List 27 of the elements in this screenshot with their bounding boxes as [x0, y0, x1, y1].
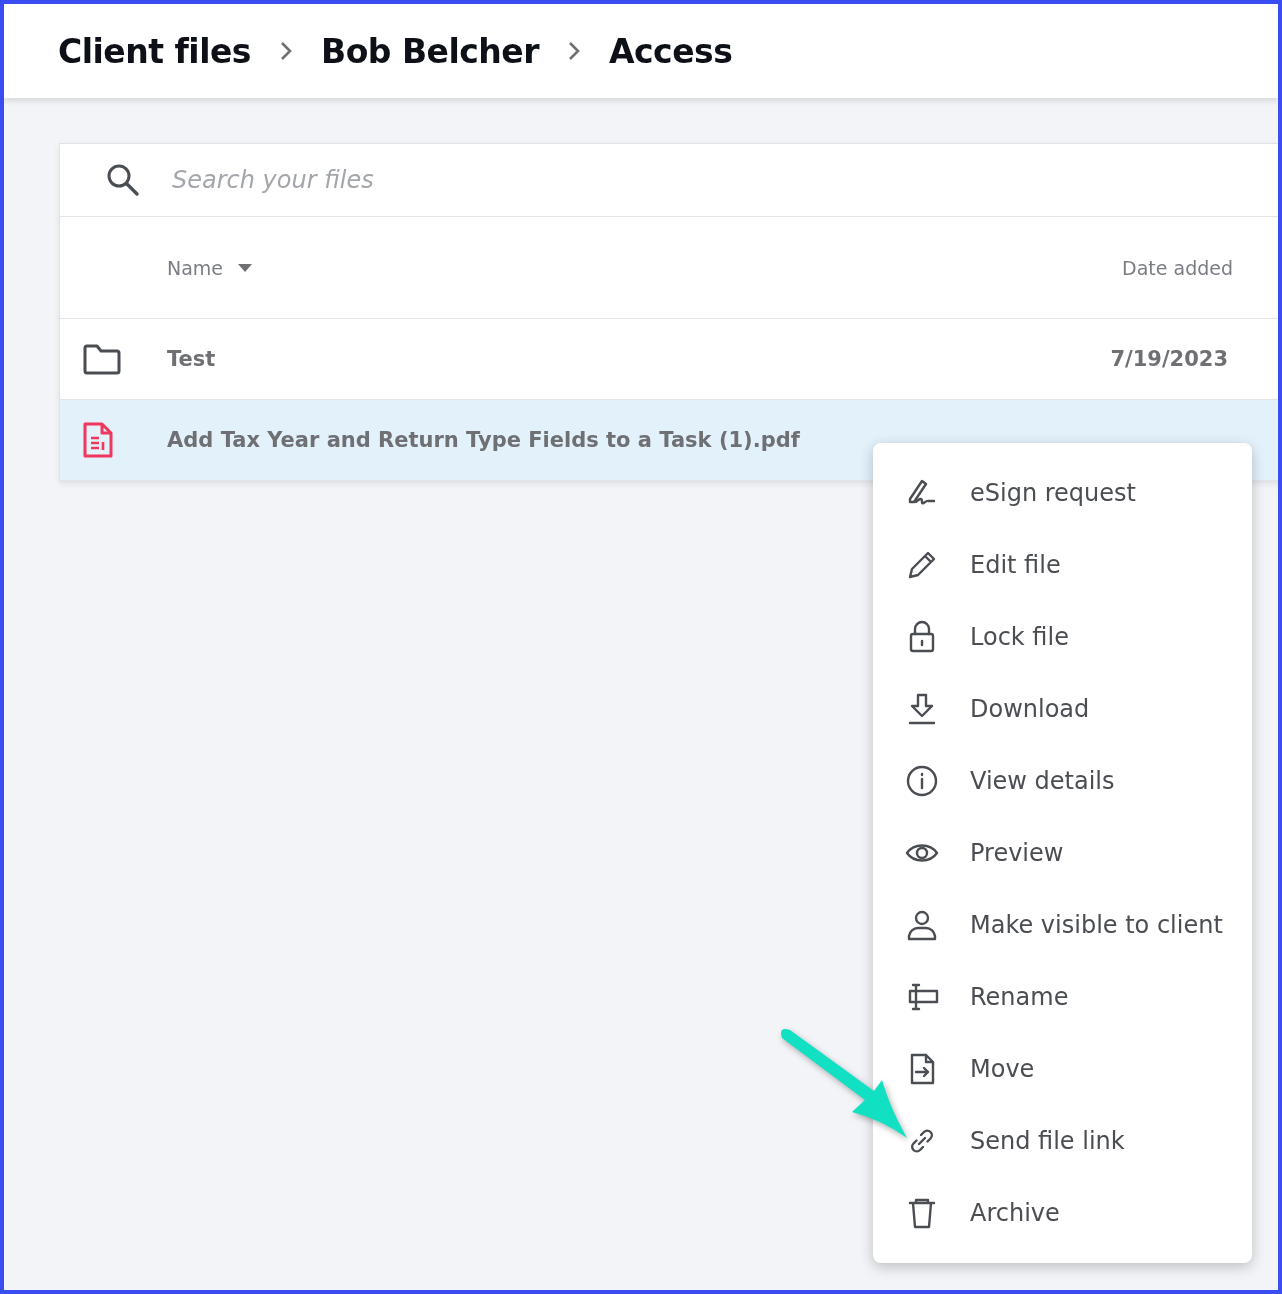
menu-item[interactable]: View details [873, 745, 1252, 817]
menu-item[interactable]: Make visible to client [873, 889, 1252, 961]
column-header[interactable]: Date added [1122, 256, 1233, 279]
breadcrumb-link[interactable]: Bob Belcher [321, 31, 539, 71]
chevron-right-icon [279, 40, 293, 62]
menu-item[interactable]: Send file link [873, 1105, 1252, 1177]
file-name: Add Tax Year and Return Type Fields to a Task (1).pdf [167, 428, 801, 452]
search-field[interactable]: Search your files [170, 165, 774, 195]
menu-item[interactable]: Move [873, 1033, 1252, 1105]
chevron-right-icon [567, 40, 581, 62]
menu-item[interactable]: Lock file [873, 601, 1252, 673]
breadcrumb-link[interactable]: Client files [58, 31, 251, 71]
menu-item[interactable]: Download [873, 673, 1252, 745]
date-added: 7/19/2023 [1109, 347, 1229, 371]
search-icon [106, 163, 140, 197]
column-header[interactable]: Name [167, 256, 224, 279]
menu-item[interactable]: Rename [873, 961, 1252, 1033]
breadcrumb-link[interactable]: Access [609, 31, 733, 71]
file-name: Test [167, 347, 217, 371]
sort-caret-icon[interactable] [237, 262, 254, 273]
file-row[interactable]: Test 7/19/2023 [60, 319, 1278, 400]
menu-item[interactable]: Edit file [873, 529, 1252, 601]
document-icon [82, 421, 114, 459]
info-icon [904, 763, 940, 799]
folder-icon [82, 343, 122, 375]
menu-item[interactable]: Preview [873, 817, 1252, 889]
menu-item[interactable]: Archive [873, 1177, 1252, 1249]
